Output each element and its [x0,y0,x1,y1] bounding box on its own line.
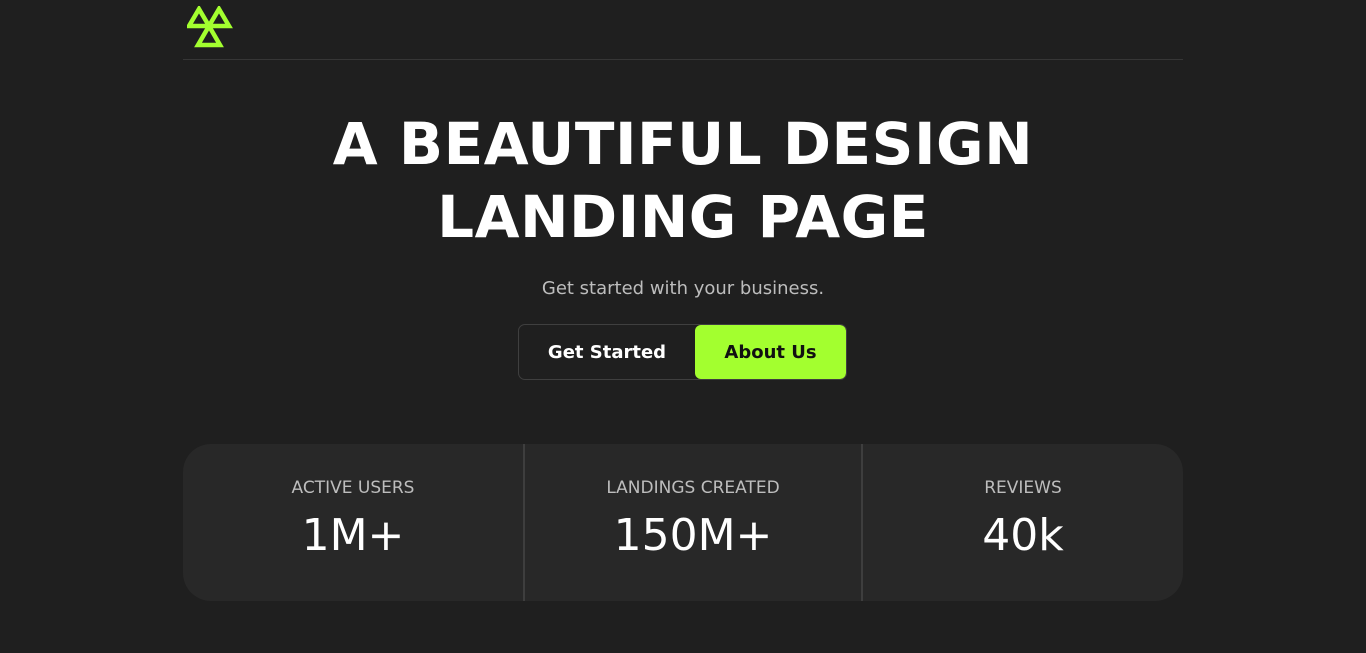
triangle-logo-icon [185,4,233,48]
stat-active-users: ACTIVE USERS 1M+ [183,444,523,601]
get-started-button[interactable]: Get Started [519,325,695,379]
about-us-button[interactable]: About Us [695,325,846,379]
hero-button-group: Get Started About Us [518,324,847,380]
hero-subtitle: Get started with your business. [541,278,825,299]
stat-label: REVIEWS [984,478,1062,498]
stat-value: 150M+ [613,510,773,561]
site-header [183,0,1183,60]
stat-label: LANDINGS CREATED [606,478,780,498]
stat-label: ACTIVE USERS [291,478,415,498]
stat-reviews: REVIEWS 40k [861,444,1183,601]
stat-value: 1M+ [301,510,405,561]
hero-title: A BEAUTIFUL DESIGN LANDING PAGE [0,108,1366,254]
hero-section: A BEAUTIFUL DESIGN LANDING PAGE Get star… [0,108,1366,301]
brand-logo[interactable] [185,4,233,48]
stat-landings-created: LANDINGS CREATED 150M+ [523,444,861,601]
stats-panel: ACTIVE USERS 1M+ LANDINGS CREATED 150M+ … [183,444,1183,601]
hero-title-line-2: LANDING PAGE [437,183,929,251]
stat-value: 40k [982,510,1064,561]
hero-title-line-1: A BEAUTIFUL DESIGN [332,110,1034,178]
